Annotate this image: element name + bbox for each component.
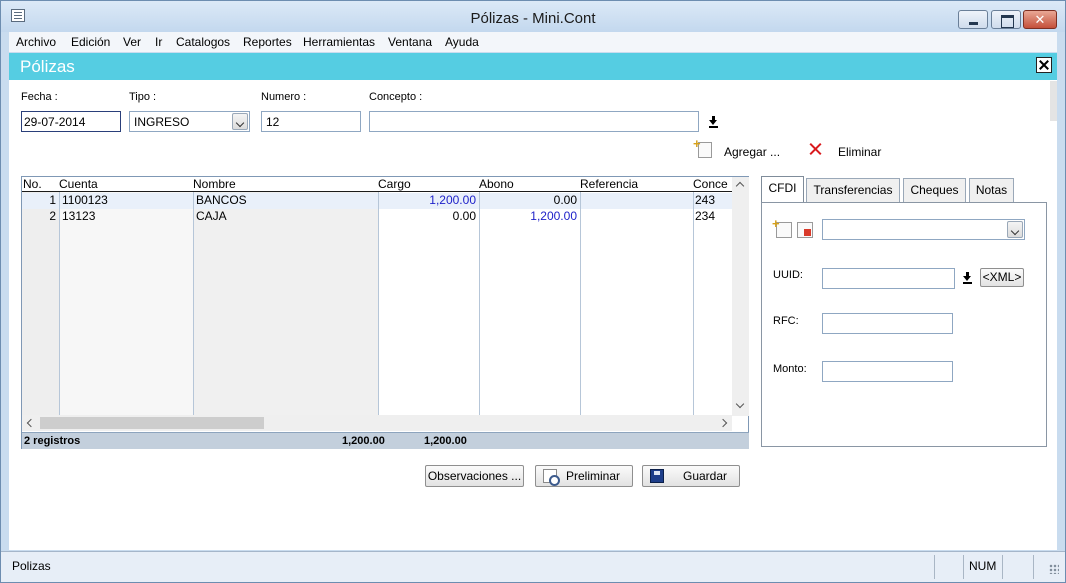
observaciones-button[interactable]: Observaciones ... bbox=[425, 465, 524, 487]
page-header: Pólizas bbox=[9, 53, 1057, 80]
monto-field[interactable] bbox=[822, 361, 953, 382]
col-nombre[interactable]: Nombre bbox=[193, 177, 236, 191]
tipo-value: INGRESO bbox=[134, 115, 190, 129]
grid-header: No. Cuenta Nombre Cargo Abono Referencia… bbox=[22, 177, 732, 192]
close-form-button[interactable] bbox=[1036, 57, 1052, 73]
status-text: Polizas bbox=[12, 559, 51, 573]
fecha-field[interactable]: 29-07-2014 bbox=[21, 111, 121, 132]
tab-notas[interactable]: Notas bbox=[969, 178, 1014, 203]
row1-nombre[interactable]: BANCOS bbox=[196, 192, 247, 208]
fecha-label: Fecha : bbox=[21, 91, 58, 103]
row1-concepto[interactable]: 243 bbox=[695, 192, 715, 208]
tab-cheques[interactable]: Cheques bbox=[903, 178, 966, 203]
minimize-button[interactable] bbox=[958, 10, 988, 29]
page-title: Pólizas bbox=[20, 57, 75, 76]
row1-no[interactable]: 1 bbox=[22, 192, 56, 208]
row1-cuenta[interactable]: 1100123 bbox=[62, 192, 108, 208]
save-icon bbox=[650, 469, 664, 483]
row1-cargo[interactable]: 1,200.00 bbox=[378, 192, 476, 208]
menu-catalogos[interactable]: Catalogos bbox=[176, 35, 230, 49]
menu-ver[interactable]: Ver bbox=[123, 35, 141, 49]
row2-nombre[interactable]: CAJA bbox=[196, 208, 227, 224]
rfc-label: RFC: bbox=[773, 315, 799, 327]
menu-ayuda[interactable]: Ayuda bbox=[445, 35, 479, 49]
chevron-up-icon[interactable] bbox=[735, 181, 745, 191]
guardar-label: Guardar bbox=[683, 469, 728, 483]
row2-no[interactable]: 2 bbox=[22, 208, 56, 224]
col-concepto[interactable]: Conce bbox=[693, 177, 728, 191]
close-window-button[interactable]: ✕ bbox=[1023, 10, 1057, 29]
col-abono[interactable]: Abono bbox=[479, 177, 514, 191]
col-cuenta[interactable]: Cuenta bbox=[59, 177, 98, 191]
monto-label: Monto: bbox=[773, 363, 807, 375]
form-scrollbar[interactable] bbox=[1050, 81, 1057, 121]
add-icon[interactable] bbox=[693, 136, 712, 158]
menu-ir[interactable]: Ir bbox=[155, 35, 162, 49]
eliminar-button[interactable]: Eliminar bbox=[838, 145, 881, 159]
table-row-selected-bg bbox=[22, 193, 732, 209]
chevron-down-icon[interactable] bbox=[735, 399, 745, 409]
col-no[interactable]: No. bbox=[23, 177, 42, 191]
chevron-right-icon[interactable] bbox=[718, 418, 728, 428]
row2-cuenta[interactable]: 13123 bbox=[62, 208, 95, 224]
remove-cfdi-icon[interactable] bbox=[797, 222, 813, 238]
uuid-label: UUID: bbox=[773, 269, 803, 281]
preview-icon bbox=[543, 469, 560, 486]
menu-herramientas[interactable]: Herramientas bbox=[303, 35, 375, 49]
agregar-button[interactable]: Agregar ... bbox=[724, 145, 780, 159]
rfc-field[interactable] bbox=[822, 313, 953, 334]
concepto-field[interactable] bbox=[369, 111, 699, 132]
guardar-button[interactable]: Guardar bbox=[642, 465, 740, 487]
delete-icon[interactable] bbox=[808, 142, 824, 158]
total-cargo: 1,200.00 bbox=[342, 435, 385, 447]
num-lock-indicator: NUM bbox=[969, 559, 997, 573]
tab-cfdi[interactable]: CFDI bbox=[761, 176, 804, 204]
total-abono: 1,200.00 bbox=[424, 435, 467, 447]
menu-reportes[interactable]: Reportes bbox=[243, 35, 292, 49]
download-icon[interactable] bbox=[708, 116, 720, 128]
col-referencia[interactable]: Referencia bbox=[580, 177, 638, 191]
col-cargo[interactable]: Cargo bbox=[378, 177, 411, 191]
row2-cargo[interactable]: 0.00 bbox=[378, 208, 476, 224]
maximize-button[interactable] bbox=[991, 10, 1021, 29]
numero-field[interactable]: 12 bbox=[261, 111, 361, 132]
chevron-left-icon[interactable] bbox=[26, 418, 36, 428]
status-bar: Polizas NUM bbox=[1, 551, 1065, 582]
row2-abono[interactable]: 1,200.00 bbox=[479, 208, 577, 224]
uuid-field[interactable] bbox=[822, 268, 955, 289]
menu-edicion[interactable]: Edición bbox=[71, 35, 110, 49]
window-title: Pólizas - Mini.Cont bbox=[470, 10, 596, 27]
add-cfdi-icon[interactable] bbox=[772, 216, 792, 238]
preliminar-button[interactable]: Preliminar bbox=[535, 465, 633, 487]
grid-footer: 2 registros 1,200.00 1,200.00 bbox=[22, 432, 749, 449]
tab-transferencias[interactable]: Transferencias bbox=[806, 178, 900, 203]
xml-button[interactable]: <XML> bbox=[980, 268, 1024, 287]
row1-abono[interactable]: 0.00 bbox=[479, 192, 577, 208]
menu-ventana[interactable]: Ventana bbox=[388, 35, 432, 49]
record-count: 2 registros bbox=[24, 435, 81, 447]
menu-bar: Archivo Edición Ver Ir Catalogos Reporte… bbox=[9, 32, 1057, 52]
tipo-select[interactable]: INGRESO bbox=[129, 111, 250, 132]
cfdi-select[interactable] bbox=[822, 219, 1025, 240]
entries-grid[interactable]: No. Cuenta Nombre Cargo Abono Referencia… bbox=[21, 176, 749, 449]
resize-grip[interactable] bbox=[1049, 564, 1059, 574]
tipo-label: Tipo : bbox=[129, 91, 157, 103]
chevron-down-icon[interactable] bbox=[232, 113, 248, 130]
download-icon[interactable] bbox=[962, 272, 974, 284]
row2-concepto[interactable]: 234 bbox=[695, 208, 715, 224]
close-icon: ✕ bbox=[1034, 12, 1046, 27]
menu-archivo[interactable]: Archivo bbox=[16, 35, 56, 49]
chevron-down-icon[interactable] bbox=[1007, 221, 1023, 238]
scrollbar-thumb[interactable] bbox=[40, 417, 264, 429]
grid-vertical-scrollbar[interactable] bbox=[732, 177, 749, 416]
concepto-label: Concepto : bbox=[369, 91, 423, 103]
title-bar: Pólizas - Mini.Cont ✕ bbox=[1, 1, 1065, 32]
grid-horizontal-scrollbar[interactable] bbox=[22, 415, 732, 431]
numero-label: Numero : bbox=[261, 91, 307, 103]
application-window: Pólizas - Mini.Cont ✕ Archivo Edición Ve… bbox=[0, 0, 1066, 583]
preliminar-label: Preliminar bbox=[566, 469, 621, 483]
